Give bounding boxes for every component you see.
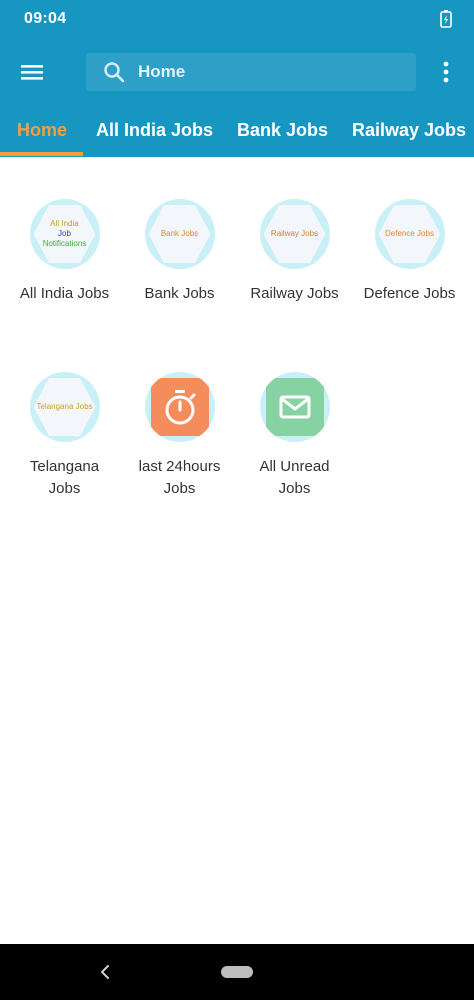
grid-item-label: All Unread Jobs: [237, 456, 352, 500]
system-nav-bar: [0, 944, 474, 1000]
thumb-text: Notifications: [42, 239, 87, 248]
grid-item-label: Bank Jobs: [144, 285, 215, 302]
thumb-text: Railway Jobs: [270, 229, 319, 238]
label-line: Jobs: [163, 480, 196, 497]
grid-item-label: Defence Jobs: [363, 285, 456, 302]
label-line: Jobs: [48, 480, 81, 497]
grid-item-defence-jobs[interactable]: Defence Jobs Defence Jobs: [352, 199, 467, 305]
tab-indicator: [0, 152, 83, 156]
back-icon[interactable]: [96, 962, 116, 982]
all-india-jobs-thumbnail: All India Job Notifications: [29, 199, 100, 269]
search-box[interactable]: [86, 53, 416, 91]
battery-charging-icon: [440, 10, 452, 28]
toolbar: [0, 46, 474, 98]
grid-item-all-unread-jobs[interactable]: All Unread Jobs: [237, 372, 352, 500]
grid-item-label: Railway Jobs: [250, 285, 339, 302]
grid-item-telangana-jobs[interactable]: Telangana Jobs Telangana Jobs: [7, 372, 122, 500]
hamburger-menu-icon[interactable]: [16, 56, 48, 88]
label-line: last 24hours: [138, 458, 221, 475]
thumb-text: Job: [58, 229, 71, 238]
more-options-icon[interactable]: [434, 58, 458, 86]
grid-item-label: last 24hours Jobs: [122, 456, 237, 500]
tab-all-india-jobs[interactable]: All India Jobs: [94, 104, 213, 157]
defence-jobs-thumbnail: Defence Jobs: [374, 199, 445, 269]
railway-jobs-thumbnail: Railway Jobs: [259, 199, 330, 269]
telangana-jobs-thumbnail: Telangana Jobs: [29, 372, 100, 442]
search-input[interactable]: [138, 53, 408, 91]
tab-bar: Home All India Jobs Bank Jobs Railway Jo…: [0, 104, 474, 157]
all-unread-thumbnail: [259, 372, 330, 442]
bank-jobs-thumbnail: Bank Jobs: [144, 199, 215, 269]
tab-bank-jobs[interactable]: Bank Jobs: [235, 104, 328, 157]
app-bar: 09:04 Home All India Jobs Bank: [0, 0, 474, 157]
label-line: Jobs: [278, 480, 311, 497]
grid-item-label: All India Jobs: [19, 285, 110, 302]
thumb-text: Defence Jobs: [385, 229, 434, 238]
grid-item-all-india-jobs[interactable]: All India Job Notifications All India Jo…: [7, 199, 122, 305]
mail-icon: [279, 395, 310, 419]
grid-item-bank-jobs[interactable]: Bank Jobs Bank Jobs: [122, 199, 237, 305]
status-time: 09:04: [24, 10, 67, 27]
last-24hours-thumbnail: [144, 372, 215, 442]
status-bar: 09:04: [0, 0, 474, 40]
thumb-text: Bank Jobs: [160, 229, 199, 238]
label-line: Telangana: [29, 458, 100, 475]
search-icon: [104, 62, 125, 83]
tab-home[interactable]: Home: [14, 104, 70, 157]
tab-railway-jobs[interactable]: Railway Jobs: [350, 104, 466, 157]
thumb-text: All India: [50, 219, 79, 228]
grid-item-railway-jobs[interactable]: Railway Jobs Railway Jobs: [237, 199, 352, 305]
grid-item-last-24hours-jobs[interactable]: last 24hours Jobs: [122, 372, 237, 500]
grid-item-label: Telangana Jobs: [7, 456, 122, 500]
stopwatch-icon: [165, 390, 195, 425]
home-pill[interactable]: [221, 966, 253, 978]
thumb-text: Telangana Jobs: [36, 402, 93, 411]
label-line: All Unread: [259, 458, 330, 475]
